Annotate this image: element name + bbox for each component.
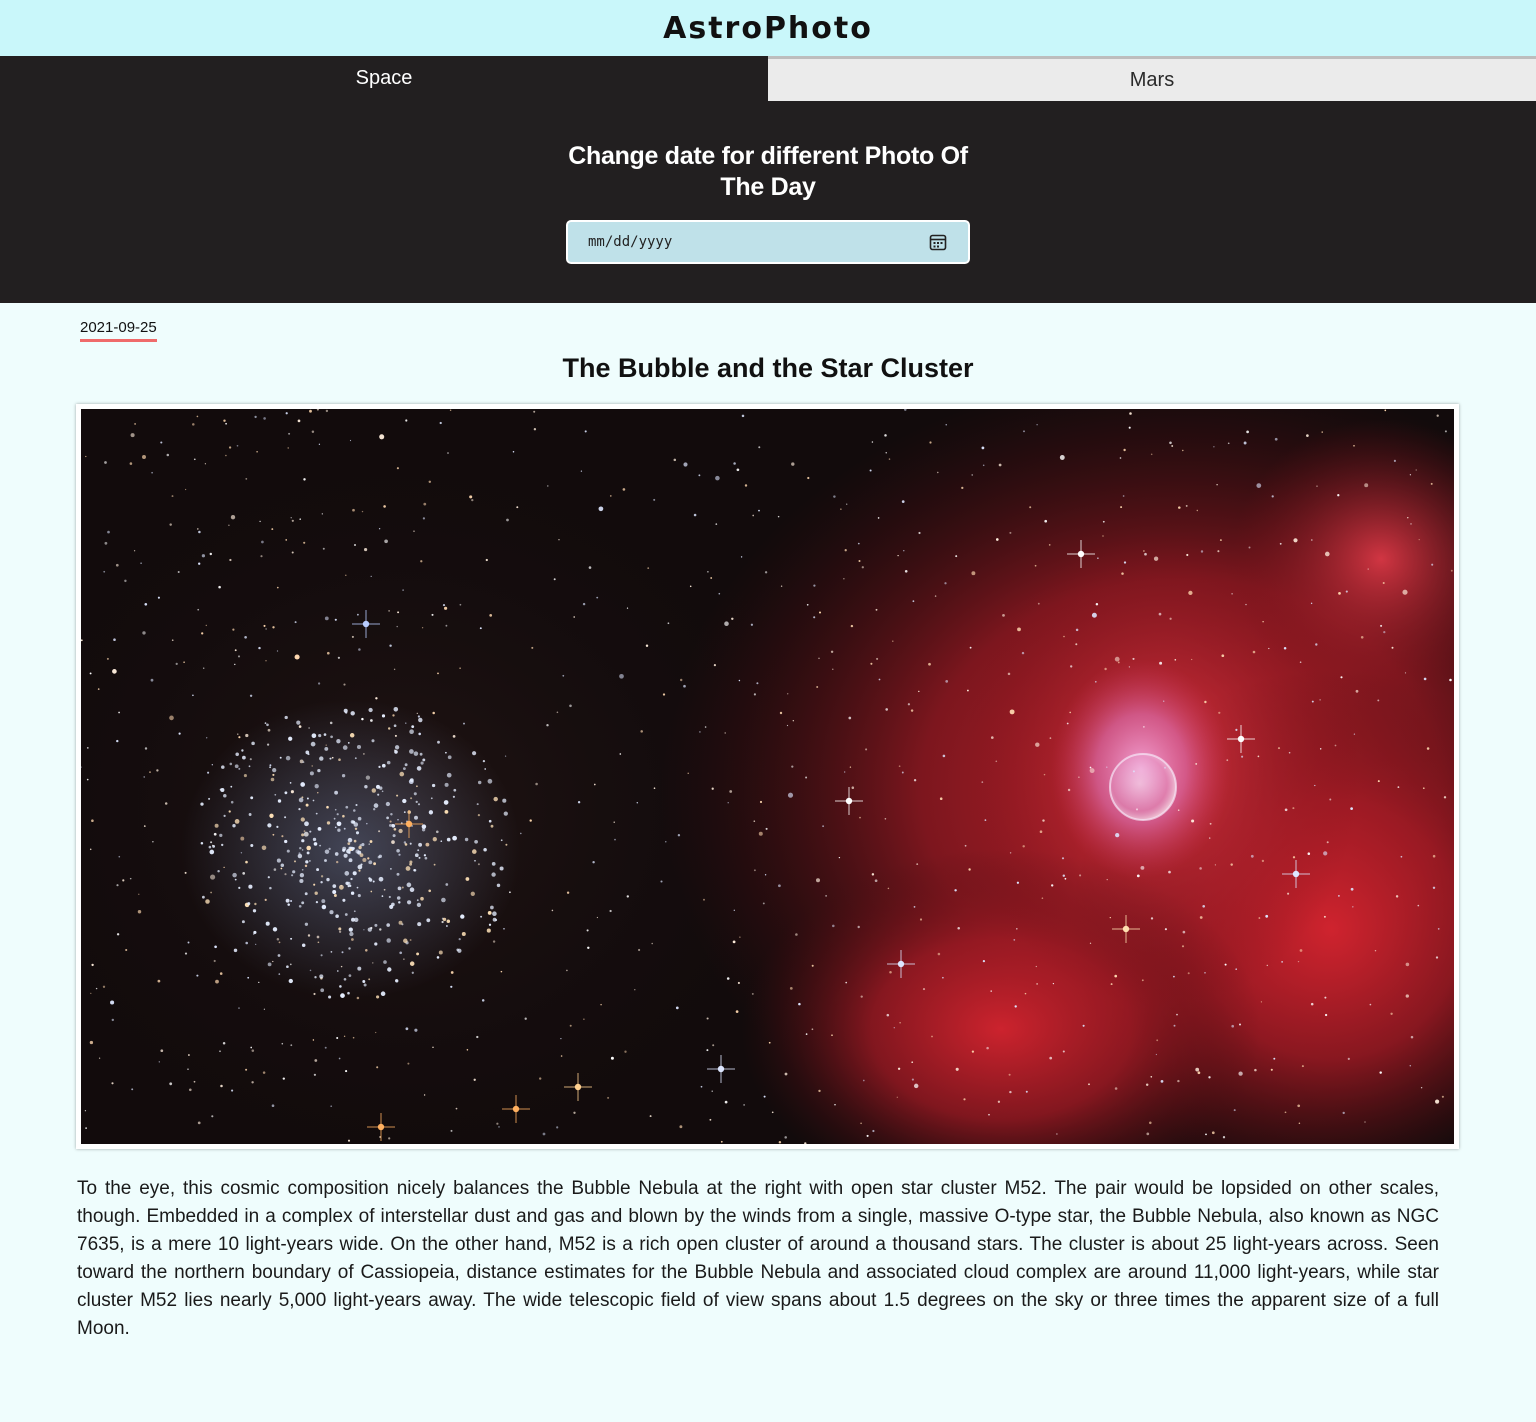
date-panel: Change date for different Photo Of The D… bbox=[0, 101, 1536, 303]
tab-bar: Space Mars bbox=[0, 56, 1536, 101]
photo-title: The Bubble and the Star Cluster bbox=[562, 353, 974, 383]
tab-space[interactable]: Space bbox=[0, 56, 768, 101]
photo-of-the-day: 2021-09-25 The Bubble and the Star Clust… bbox=[0, 303, 1536, 1422]
photo-explanation: To the eye, this cosmic composition nice… bbox=[77, 1178, 1439, 1339]
bubble-nebula-image bbox=[81, 409, 1454, 1144]
app-title: AstroPhoto bbox=[663, 10, 873, 46]
tab-mars[interactable]: Mars bbox=[768, 56, 1536, 101]
photo-image bbox=[76, 404, 1459, 1149]
app-header: AstroPhoto bbox=[0, 0, 1536, 56]
date-panel-heading: Change date for different Photo Of The D… bbox=[568, 142, 968, 201]
date-input[interactable] bbox=[586, 233, 928, 251]
calendar-icon[interactable] bbox=[928, 232, 948, 252]
photo-date: 2021-09-25 bbox=[80, 319, 157, 342]
date-picker[interactable] bbox=[566, 220, 970, 264]
